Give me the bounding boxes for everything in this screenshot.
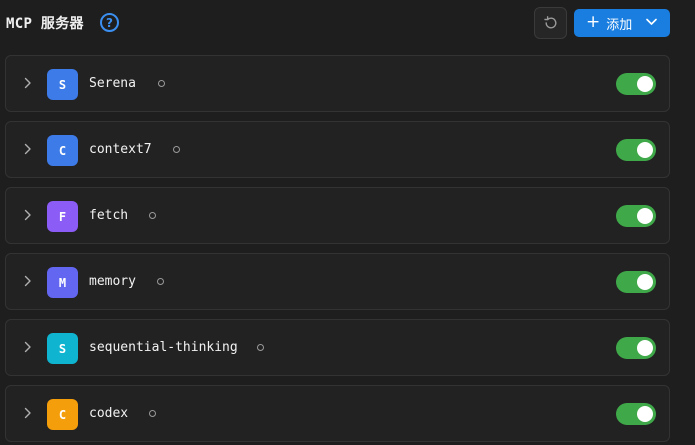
server-card[interactable]: C context7 xyxy=(5,121,670,178)
server-card[interactable]: F fetch xyxy=(5,187,670,244)
server-avatar: M xyxy=(47,267,78,298)
toggle-knob xyxy=(637,340,653,356)
server-card[interactable]: M memory xyxy=(5,253,670,310)
server-card[interactable]: C codex xyxy=(5,385,670,442)
server-name: memory xyxy=(89,274,136,289)
chevron-right-icon[interactable] xyxy=(24,143,32,155)
chevron-right-icon[interactable] xyxy=(24,77,32,89)
server-enabled-toggle[interactable] xyxy=(616,403,656,425)
server-name: Serena xyxy=(89,76,136,91)
add-button-label: 添加 xyxy=(606,17,633,33)
server-card[interactable]: S Serena xyxy=(5,55,670,112)
toggle-knob xyxy=(637,142,653,158)
server-avatar: C xyxy=(47,135,78,166)
server-name: codex xyxy=(89,406,129,421)
server-enabled-toggle[interactable] xyxy=(616,73,656,95)
server-avatar: S xyxy=(47,333,78,364)
toggle-knob xyxy=(637,76,653,92)
status-dot-icon xyxy=(149,410,156,417)
page-title: MCP 服务器 xyxy=(6,16,84,32)
chevron-down-icon xyxy=(646,18,657,25)
status-dot-icon xyxy=(157,278,164,285)
chevron-right-icon[interactable] xyxy=(24,341,32,353)
status-dot-icon xyxy=(158,80,165,87)
server-avatar: S xyxy=(47,69,78,100)
status-dot-icon xyxy=(149,212,156,219)
status-dot-icon xyxy=(257,344,264,351)
toggle-knob xyxy=(637,208,653,224)
toggle-knob xyxy=(637,406,653,422)
toggle-knob xyxy=(637,274,653,290)
chevron-right-icon[interactable] xyxy=(24,275,32,287)
chevron-right-icon[interactable] xyxy=(24,209,32,221)
server-card[interactable]: S sequential-thinking xyxy=(5,319,670,376)
server-name: sequential-thinking xyxy=(89,340,238,355)
server-enabled-toggle[interactable] xyxy=(616,337,656,359)
server-avatar: C xyxy=(47,399,78,430)
header: MCP 服务器 ? + 添加 xyxy=(0,0,695,46)
refresh-button[interactable] xyxy=(534,7,567,39)
server-enabled-toggle[interactable] xyxy=(616,271,656,293)
server-name: fetch xyxy=(89,208,129,223)
plus-icon: + xyxy=(586,12,601,32)
chevron-right-icon[interactable] xyxy=(24,407,32,419)
help-icon[interactable]: ? xyxy=(100,13,119,32)
server-avatar: F xyxy=(47,201,78,232)
add-button[interactable]: + 添加 xyxy=(574,9,670,37)
status-dot-icon xyxy=(173,146,180,153)
server-enabled-toggle[interactable] xyxy=(616,205,656,227)
server-enabled-toggle[interactable] xyxy=(616,139,656,161)
server-name: context7 xyxy=(89,142,152,157)
refresh-icon xyxy=(543,16,556,29)
